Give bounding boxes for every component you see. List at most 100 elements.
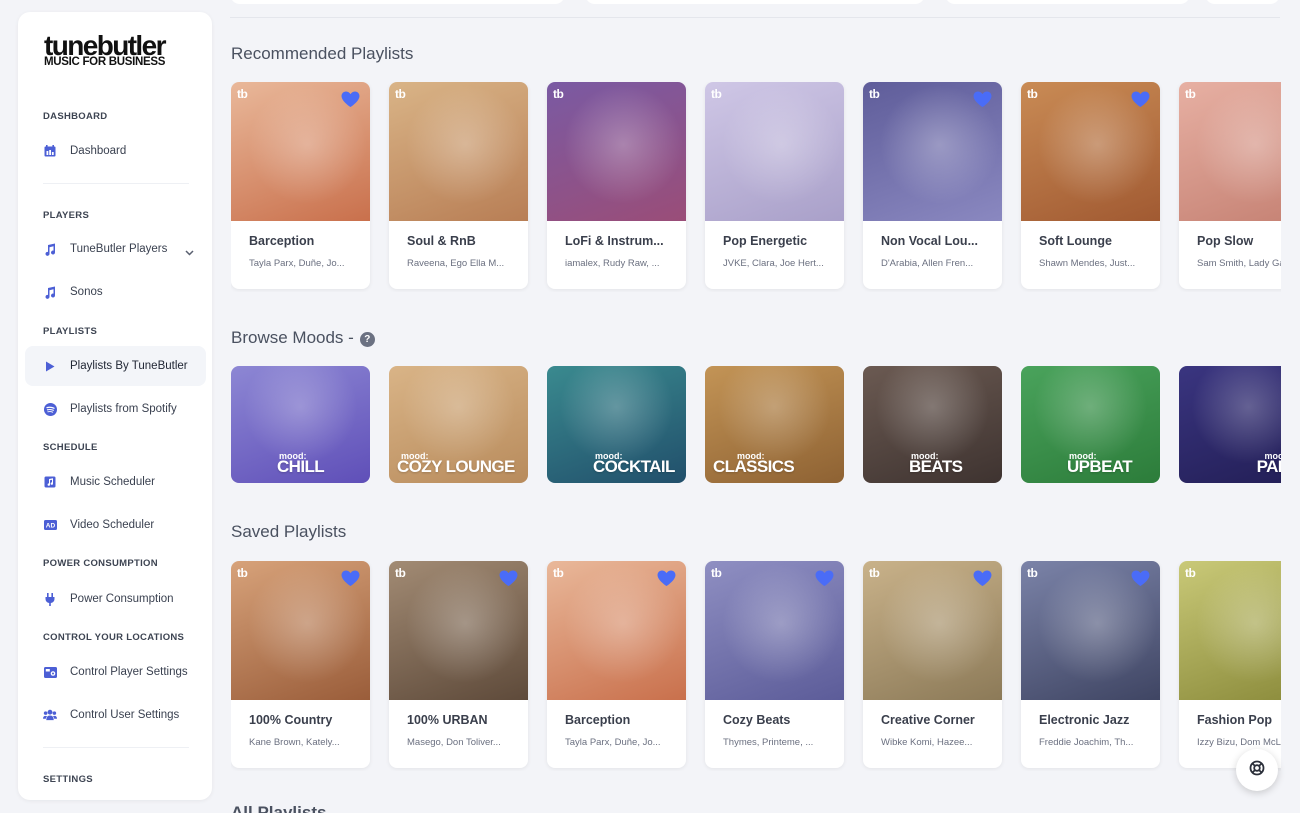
sidebar-item-label: Sonos xyxy=(70,286,103,298)
logo-wordmark: tunebutler xyxy=(44,30,166,61)
playlist-name: Pop Energetic xyxy=(723,234,808,248)
mood-label: COCKTAIL xyxy=(593,457,675,476)
sidebar-item-control-user-settings[interactable]: Control User Settings xyxy=(25,695,206,735)
playlist-artists: Masego, Don Toliver... xyxy=(407,737,501,748)
music-note-icon xyxy=(43,242,57,256)
playlist-name: Electronic Jazz xyxy=(1039,713,1130,727)
mood-card[interactable]: mood: CLASSICS xyxy=(705,366,844,483)
mood-label: UPBEAT xyxy=(1067,457,1133,476)
playlist-name: 100% URBAN xyxy=(407,713,488,727)
sidebar-item-label: Playlists By TuneButler xyxy=(70,360,188,372)
section-playlists: PLAYLISTS xyxy=(43,326,98,337)
support-button[interactable] xyxy=(1236,749,1278,791)
help-circle-icon[interactable]: ? xyxy=(359,332,375,347)
tunebutler-badge: tb xyxy=(553,87,564,101)
playlist-card[interactable]: tb Fashion Pop Izzy Bizu, Dom McL... xyxy=(1179,561,1281,768)
mood-card[interactable]: mood: COZY LOUNGE xyxy=(389,366,528,483)
top-control[interactable] xyxy=(1205,0,1280,4)
playlist-artists: Sam Smith, Lady Ga... xyxy=(1197,258,1281,269)
sidebar-item-music-scheduler[interactable]: Music Scheduler xyxy=(25,462,206,502)
playlist-name: 100% Country xyxy=(249,713,333,727)
playlist-cover[interactable] xyxy=(705,82,844,221)
sidebar-item-label: Control Player Settings xyxy=(70,666,188,678)
playlist-artists: iamalex, Rudy Raw, ... xyxy=(565,258,660,269)
section-settings: SETTINGS xyxy=(43,774,93,785)
sidebar-item-tunebutler-players[interactable]: TuneButler Players xyxy=(25,229,206,269)
top-control[interactable] xyxy=(230,0,565,4)
playlist-card[interactable]: tb Soul & RnB Raveena, Ego Ella M... xyxy=(389,82,528,289)
lifebuoy-icon xyxy=(1249,760,1265,781)
recommended-playlists-title: Recommended Playlists xyxy=(231,44,414,63)
playlist-card[interactable]: tb Creative Corner Wibke Komi, Hazee... xyxy=(863,561,1002,768)
sidebar: tunebutler MUSIC FOR BUSINESS DASHBOARD … xyxy=(18,12,212,800)
sidebar-item-label: Playlists from Spotify xyxy=(70,403,177,415)
section-control-your-locations: CONTROL YOUR LOCATIONS xyxy=(43,632,185,643)
sidebar-item-label: Power Consumption xyxy=(70,593,174,605)
sidebar-item-playlists-by-tunebutler[interactable]: Playlists By TuneButler xyxy=(25,346,206,386)
mood-card[interactable]: mood: UPBEAT xyxy=(1021,366,1160,483)
sidebar-item-sonos[interactable]: Sonos xyxy=(25,272,206,312)
ad-icon: AD xyxy=(43,518,57,532)
top-control[interactable] xyxy=(585,0,925,4)
mood-card[interactable]: mood: BEATS xyxy=(863,366,1002,483)
playlist-cover[interactable] xyxy=(1179,82,1281,221)
sidebar-item-video-scheduler[interactable]: AD Video Scheduler xyxy=(25,505,206,545)
heart-icon[interactable] xyxy=(1131,91,1150,113)
playlist-card[interactable]: tb Pop Energetic JVKE, Clara, Joe Hert... xyxy=(705,82,844,289)
tunebutler-badge: tb xyxy=(711,566,722,580)
playlist-name: Barception xyxy=(565,713,631,727)
heart-icon[interactable] xyxy=(973,570,992,592)
mood-label: CLASSICS xyxy=(713,457,795,476)
playlist-artists: Thymes, Printeme, ... xyxy=(723,737,814,748)
chevron-down-icon[interactable] xyxy=(185,243,194,261)
playlist-card[interactable]: tb Electronic Jazz Freddie Joachim, Th... xyxy=(1021,561,1160,768)
playlist-cover[interactable] xyxy=(1179,561,1281,700)
heart-icon[interactable] xyxy=(815,570,834,592)
mood-card[interactable]: mood: COCKTAIL xyxy=(547,366,686,483)
sidebar-item-power-consumption[interactable]: Power Consumption xyxy=(25,579,206,619)
mood-card[interactable]: mood:PARTY xyxy=(1179,366,1281,483)
tunebutler-badge: tb xyxy=(395,87,406,101)
mood-card[interactable]: mood: CHILL xyxy=(231,366,370,483)
playlist-artists: Wibke Komi, Hazee... xyxy=(881,737,973,748)
tunebutler-badge: tb xyxy=(237,87,248,101)
section-dashboard: DASHBOARD xyxy=(43,111,108,122)
dashboard-icon xyxy=(43,144,57,158)
tunebutler-logo[interactable]: tunebutler MUSIC FOR BUSINESS xyxy=(44,32,174,68)
heart-icon[interactable] xyxy=(341,91,360,113)
tunebutler-badge: tb xyxy=(1185,87,1196,101)
playlist-card[interactable]: tb Pop Slow Sam Smith, Lady Ga... xyxy=(1179,82,1281,289)
sidebar-item-label: Control User Settings xyxy=(70,709,180,721)
browse-moods-title: Browse Moods -? xyxy=(231,328,375,348)
playlist-name: Pop Slow xyxy=(1197,234,1254,248)
playlist-card[interactable]: tb Non Vocal Lou... D'Arabia, Allen Fren..… xyxy=(863,82,1002,289)
heart-icon[interactable] xyxy=(973,91,992,113)
section-power-consumption: POWER CONSUMPTION xyxy=(43,558,158,569)
playlist-cover[interactable] xyxy=(389,82,528,221)
top-controls-strip xyxy=(230,0,1280,18)
playlist-cover[interactable] xyxy=(547,82,686,221)
sidebar-item-dashboard[interactable]: Dashboard xyxy=(25,131,206,171)
moods-row: mood: CHILL mood: COZY LOUNGE mood: COCKTAIL m… xyxy=(231,366,1281,484)
heart-icon[interactable] xyxy=(1131,570,1150,592)
saved-playlists-row: tb 100% Country Kane Brown, Kately... tb 100… xyxy=(231,561,1281,771)
tunebutler-badge: tb xyxy=(711,87,722,101)
playlist-card[interactable]: tb 100% URBAN Masego, Don Toliver... xyxy=(389,561,528,768)
heart-icon[interactable] xyxy=(657,570,676,592)
heart-icon[interactable] xyxy=(341,570,360,592)
mood-label: BEATS xyxy=(909,457,963,476)
playlist-card[interactable]: tb 100% Country Kane Brown, Kately... xyxy=(231,561,370,768)
playlist-name: Fashion Pop xyxy=(1197,713,1272,727)
playlist-card[interactable]: tb Cozy Beats Thymes, Printeme, ... xyxy=(705,561,844,768)
heart-icon[interactable] xyxy=(499,570,518,592)
playlist-artists: Izzy Bizu, Dom McL... xyxy=(1197,737,1281,748)
top-control[interactable] xyxy=(945,0,1190,4)
playlist-card[interactable]: tb Barception Tayla Parx, Duñe, Jo... xyxy=(231,82,370,289)
playlist-card[interactable]: tb LoFi & Instrum... iamalex, Rudy Raw, ..… xyxy=(547,82,686,289)
tunebutler-badge: tb xyxy=(1027,566,1038,580)
sidebar-item-control-player-settings[interactable]: Control Player Settings xyxy=(25,652,206,692)
playlist-card[interactable]: tb Soft Lounge Shawn Mendes, Just... xyxy=(1021,82,1160,289)
sidebar-item-playlists-from-spotify[interactable]: Playlists from Spotify xyxy=(25,389,206,429)
playlist-card[interactable]: tb Barception Tayla Parx, Duñe, Jo... xyxy=(547,561,686,768)
section-schedule: SCHEDULE xyxy=(43,442,98,453)
